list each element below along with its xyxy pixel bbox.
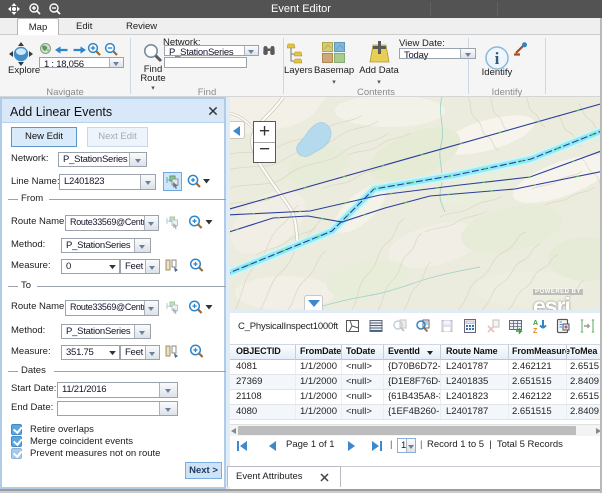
svg-text:i: i (495, 49, 500, 68)
svg-text:Z: Z (533, 328, 538, 334)
svg-text:A: A (533, 320, 538, 327)
